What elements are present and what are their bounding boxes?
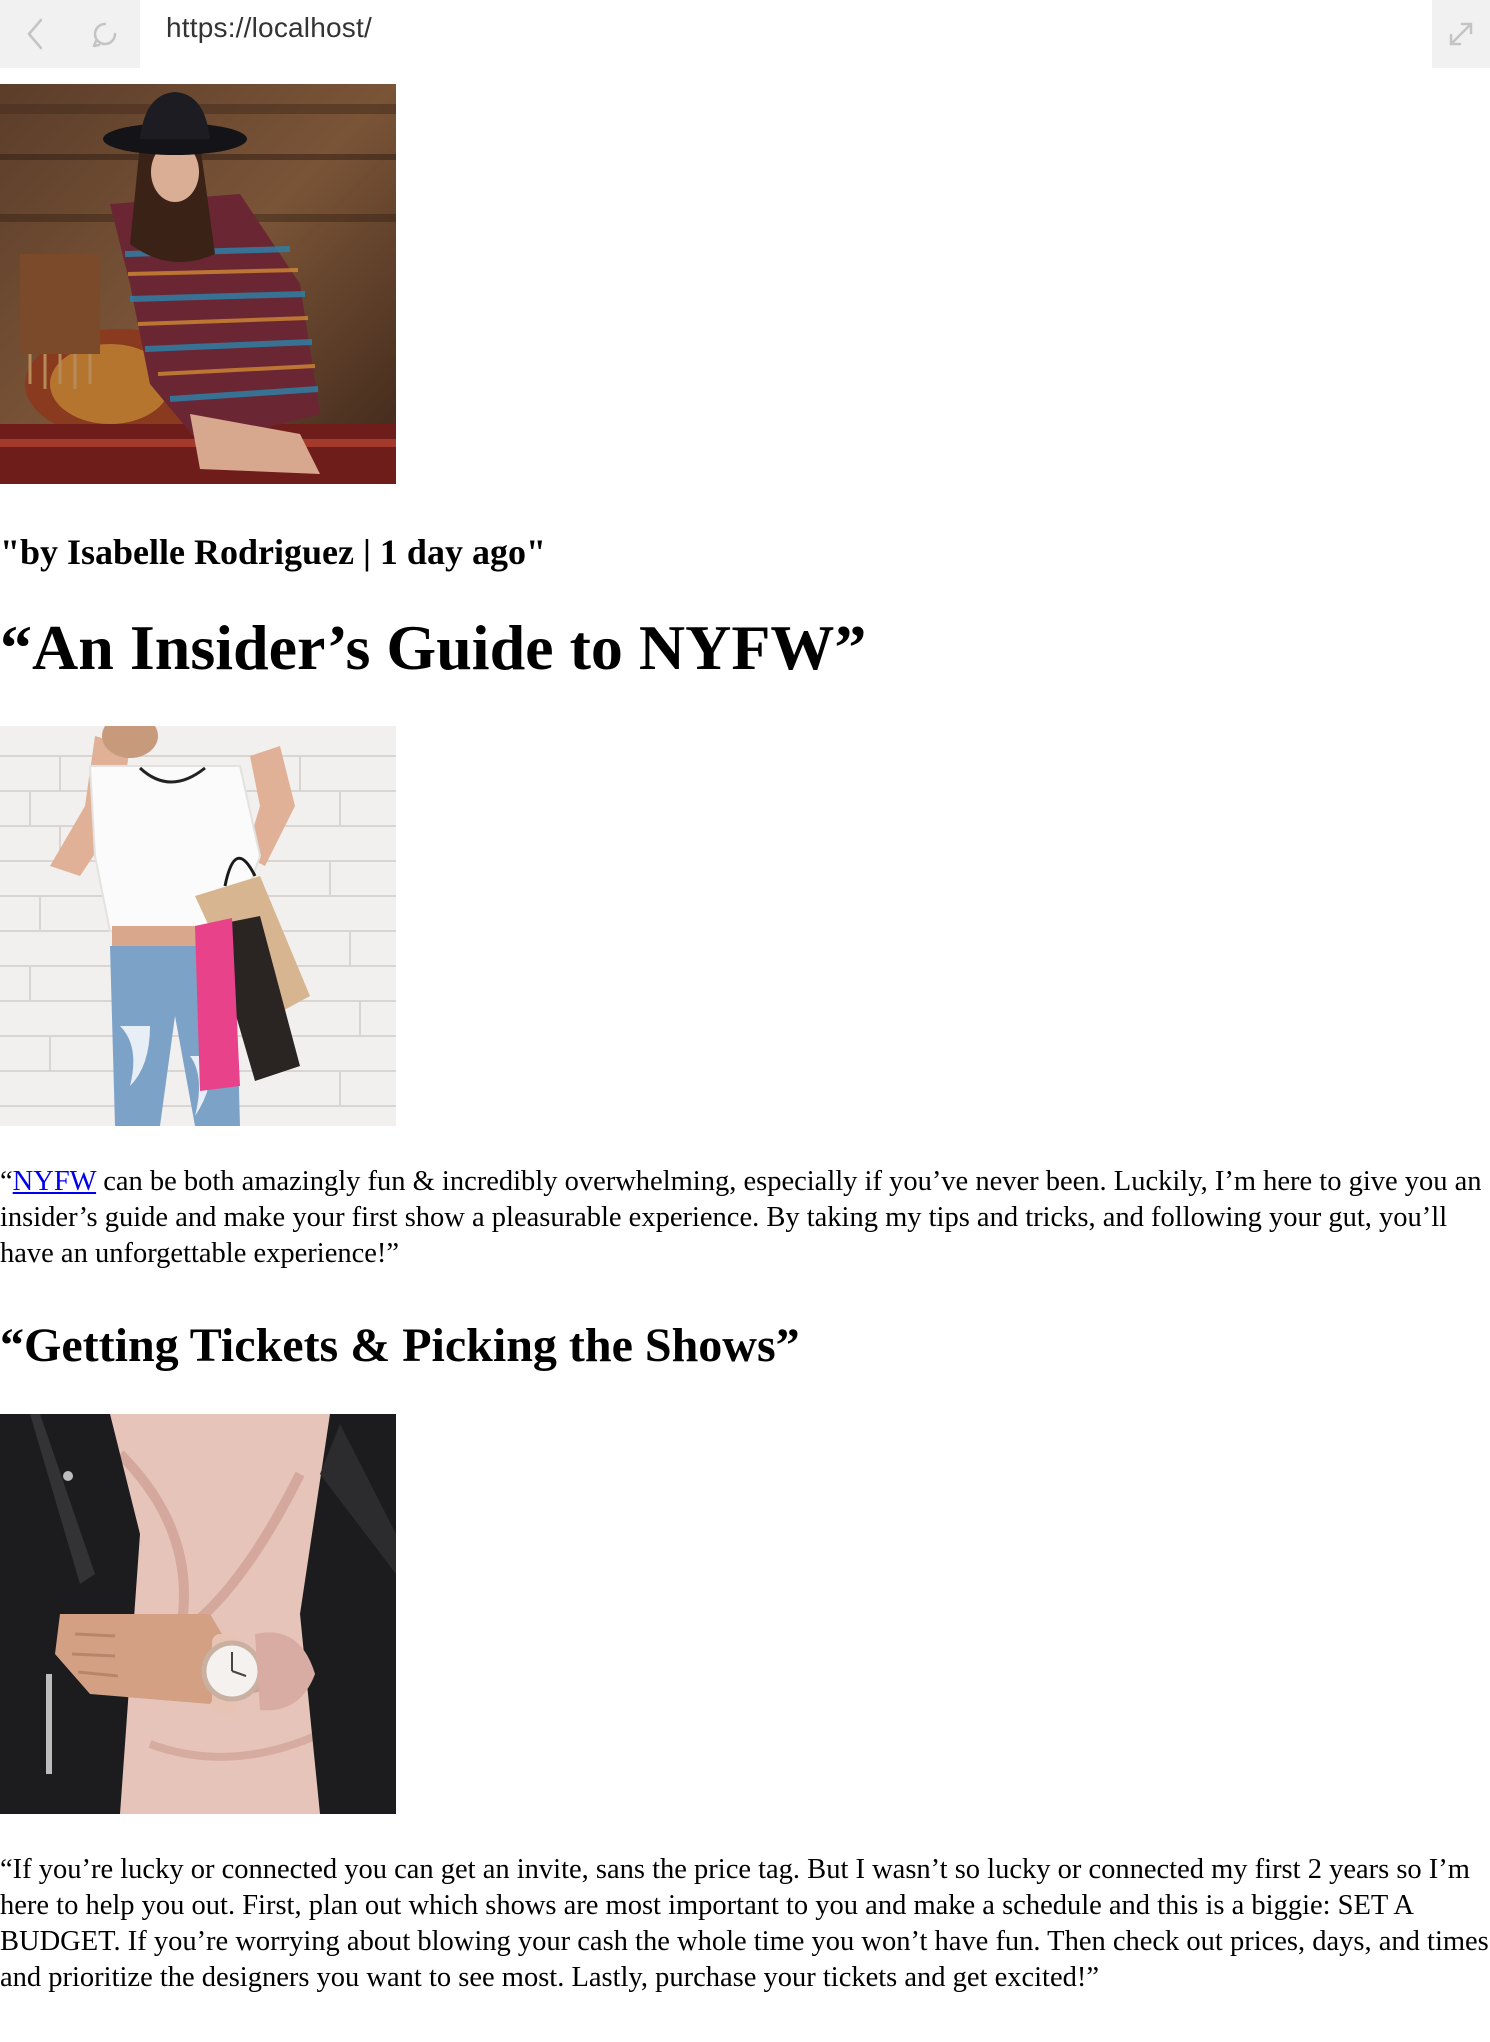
intro-paragraph: “NYFW can be both amazingly fun & incred… bbox=[0, 1164, 1490, 1272]
back-button[interactable] bbox=[0, 0, 70, 68]
nyfw-link[interactable]: NYFW bbox=[13, 1166, 96, 1197]
section-heading: “Getting Tickets & Picking the Shows” bbox=[0, 1319, 800, 1372]
tickets-paragraph: “If you’re lucky or connected you can ge… bbox=[0, 1854, 1489, 1993]
leather-jacket-watch-image bbox=[0, 1414, 396, 1814]
browser-toolbar: https://localhost/ bbox=[0, 0, 1490, 68]
article: "by Isabelle Rodriguez | 1 day ago" “An … bbox=[0, 84, 1490, 1996]
intro-text: can be both amazingly fun & incredibly o… bbox=[0, 1166, 1482, 1269]
expand-button[interactable] bbox=[1432, 0, 1490, 68]
hero-image bbox=[0, 84, 396, 484]
chevron-left-icon bbox=[27, 18, 43, 50]
byline: "by Isabelle Rodriguez | 1 day ago" bbox=[0, 532, 546, 572]
expand-diagonal-icon bbox=[1449, 22, 1473, 46]
address-bar[interactable]: https://localhost/ bbox=[166, 8, 372, 48]
shopping-bags-image bbox=[0, 726, 396, 1126]
article-title: “An Insider’s Guide to NYFW” bbox=[0, 612, 867, 683]
reload-icon bbox=[92, 22, 117, 48]
reload-button[interactable] bbox=[70, 0, 140, 68]
navigation-buttons bbox=[0, 0, 140, 68]
intro-open-quote: “ bbox=[0, 1166, 13, 1197]
